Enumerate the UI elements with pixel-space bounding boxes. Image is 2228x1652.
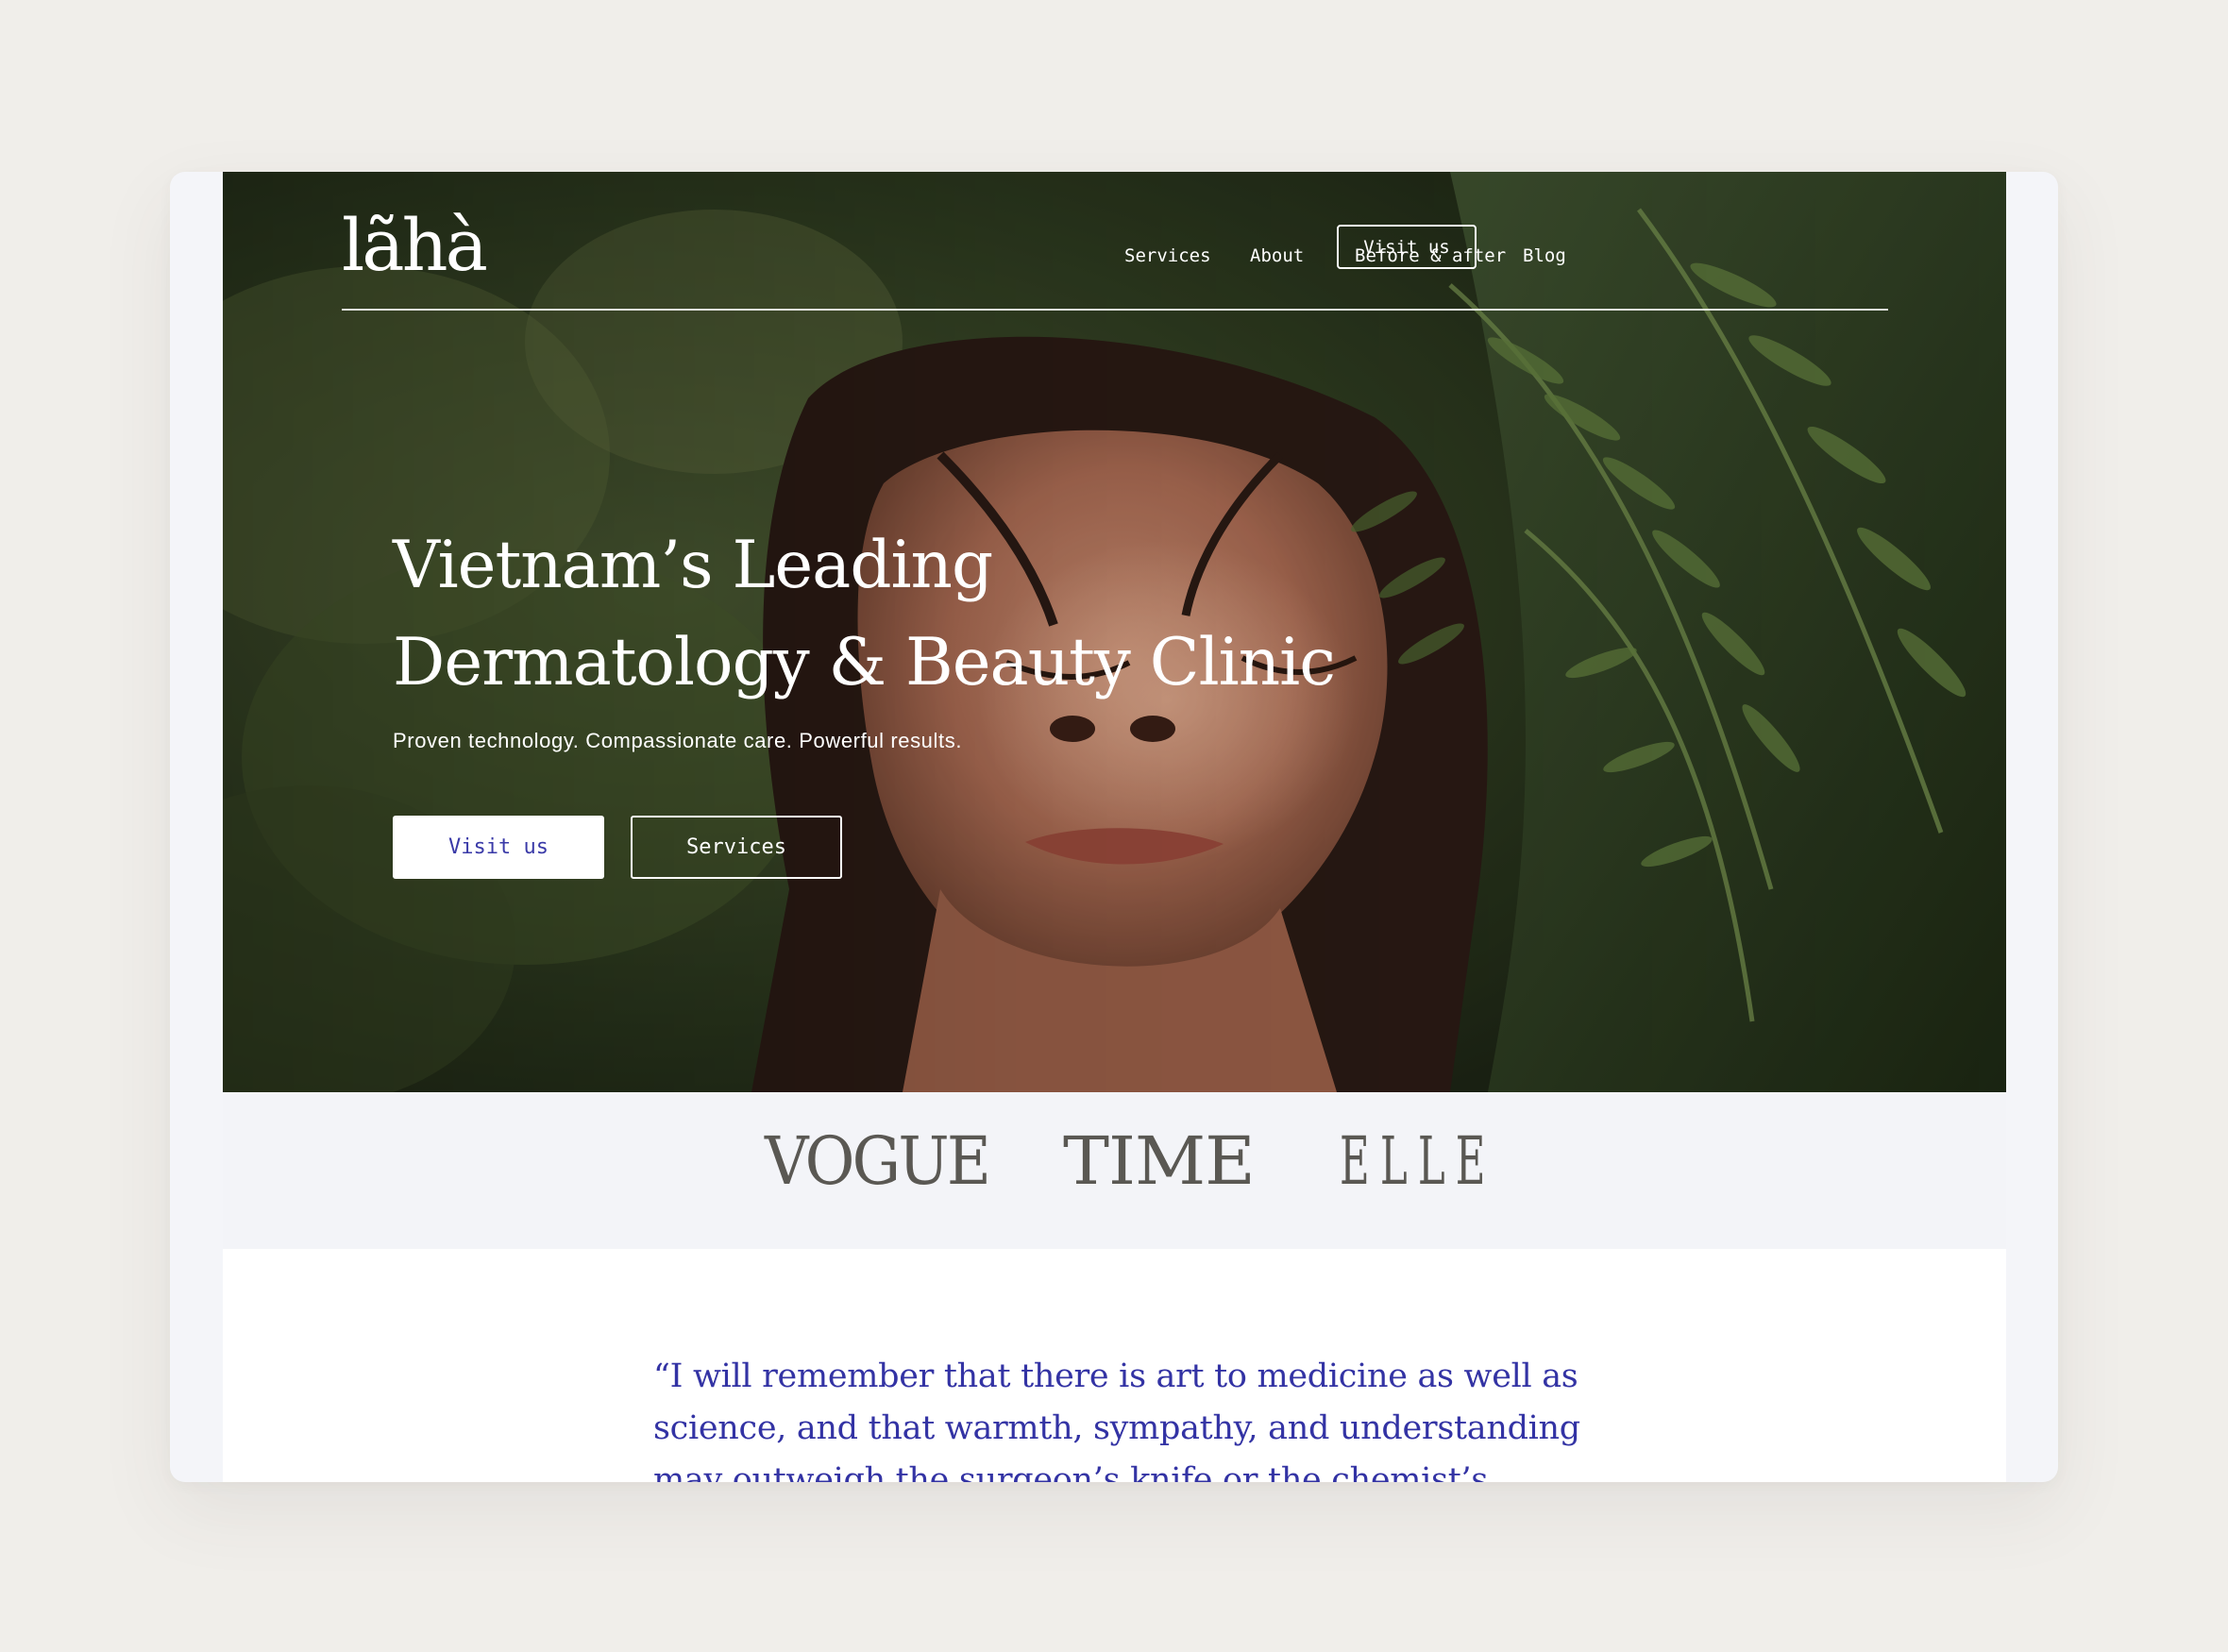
hero-services-button[interactable]: Services (631, 816, 842, 879)
press-logos-strip: VOGUE TIME ELLE (223, 1092, 2006, 1249)
main-navigation: lãhà Services About Before & after Blog … (342, 210, 1888, 311)
nav-visit-us-button[interactable]: Visit us (1337, 225, 1477, 269)
nav-link-about[interactable]: About (1250, 245, 1304, 266)
hero-subtitle: Proven technology. Compassionate care. P… (393, 729, 963, 752)
nav-link-blog[interactable]: Blog (1523, 245, 1566, 266)
nav-link-services[interactable]: Services (1124, 245, 1211, 266)
quote-section: “I will remember that there is art to me… (223, 1249, 2006, 1482)
nav-visit-us-label: Visit us (1363, 236, 1450, 258)
vogue-logo: VOGUE (765, 1122, 991, 1200)
hero-title: Vietnam’s Leading Dermatology & Beauty C… (393, 517, 1336, 712)
testimonial-quote: “I will remember that there is art to me… (653, 1357, 1580, 1482)
hero-visit-us-button[interactable]: Visit us (393, 816, 604, 879)
hero-services-label: Services (686, 835, 786, 859)
hero-title-line-1: Vietnam’s Leading (393, 528, 993, 603)
elle-logo: ELLE (1340, 1122, 1496, 1200)
brand-logo[interactable]: lãhà (342, 210, 488, 281)
website-page[interactable]: lãhà Services About Before & after Blog … (223, 172, 2006, 1482)
browser-frame: lãhà Services About Before & after Blog … (170, 172, 2058, 1482)
hero-section: lãhà Services About Before & after Blog … (223, 172, 2006, 1092)
time-logo: TIME (1063, 1122, 1256, 1200)
hero-title-line-2: Dermatology & Beauty Clinic (393, 625, 1336, 700)
hero-visit-us-label: Visit us (448, 835, 549, 859)
